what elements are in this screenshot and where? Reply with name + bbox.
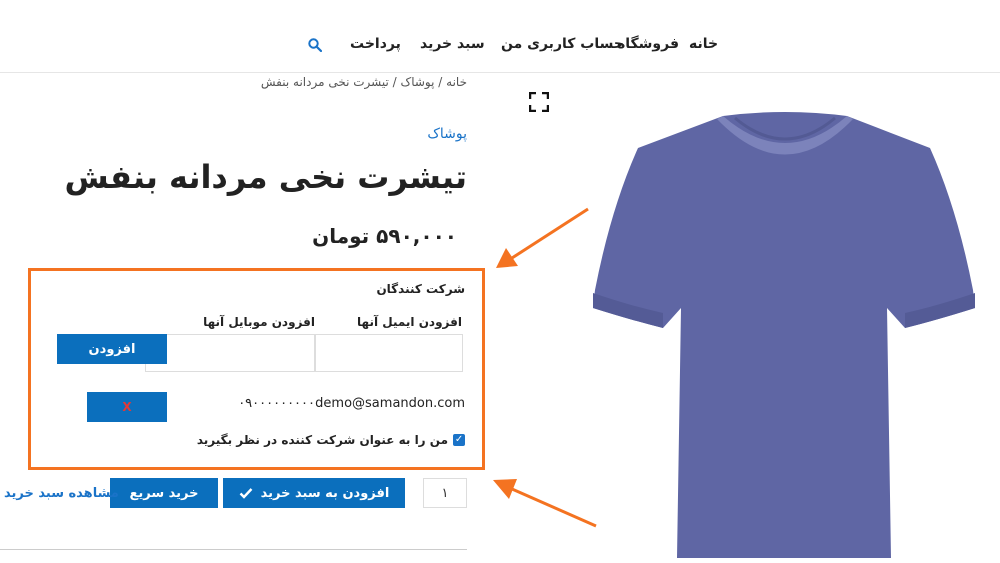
arrow-bottom [511, 487, 597, 528]
product-image-tshirt[interactable] [585, 108, 980, 560]
shirt-body [593, 112, 975, 558]
arrow-top [511, 207, 589, 260]
